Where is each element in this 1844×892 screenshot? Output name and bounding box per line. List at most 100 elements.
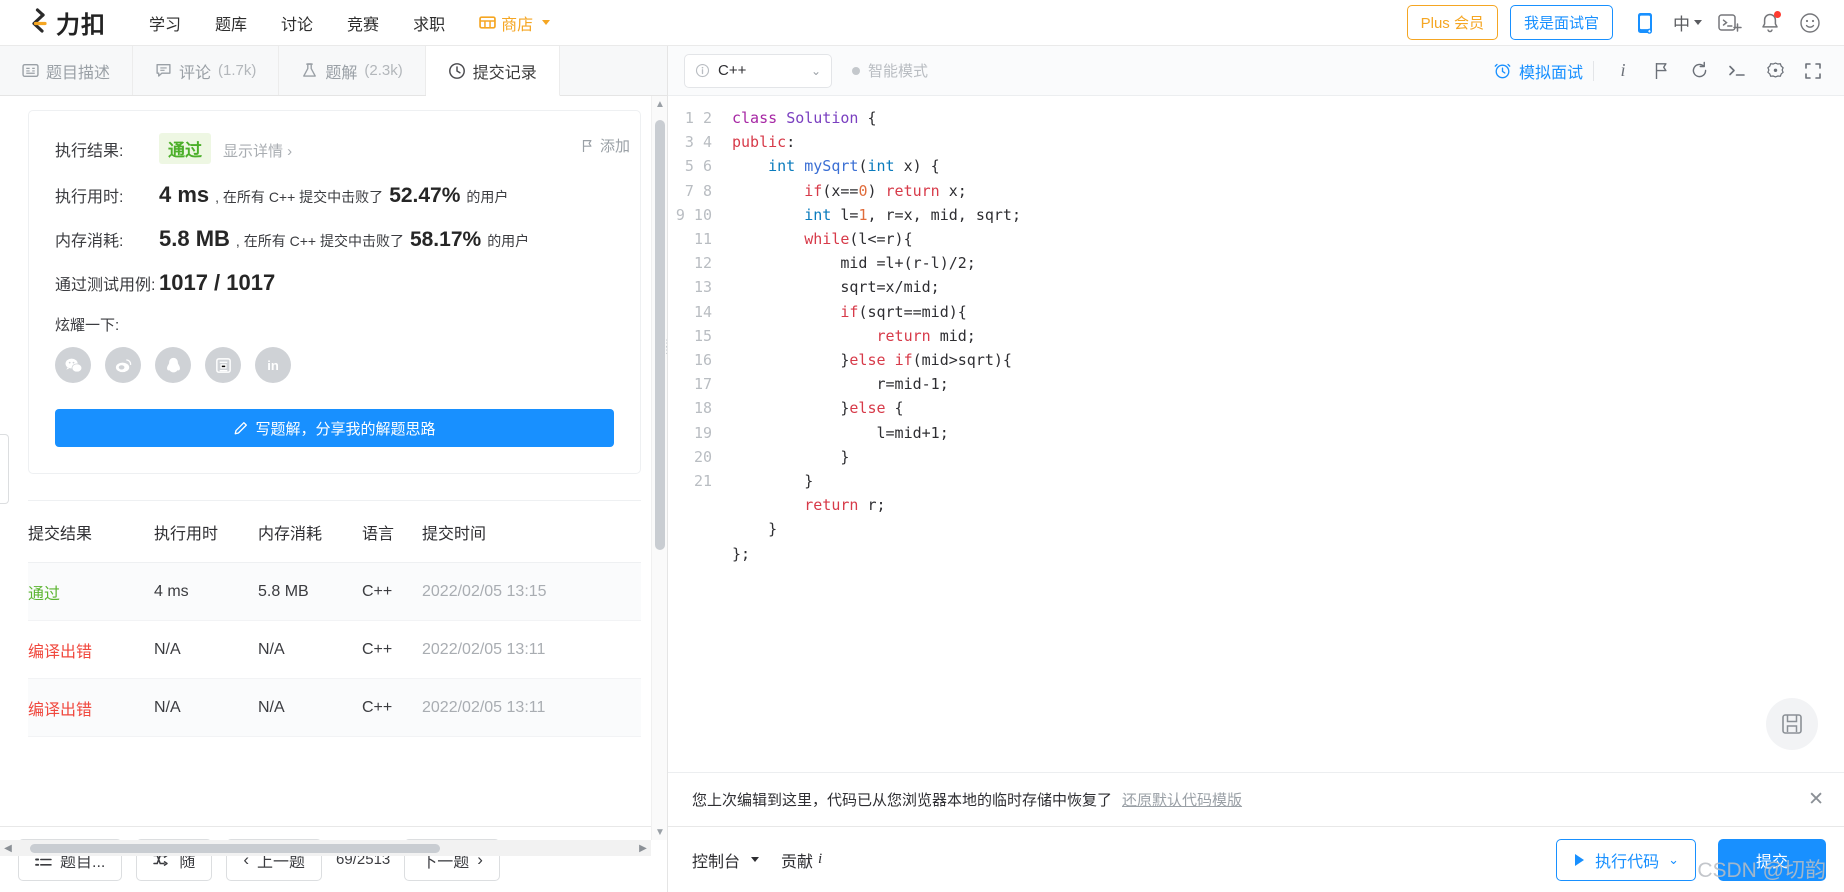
runtime-text-a: , 在所有 C++ 提交中击败了 <box>215 189 384 205</box>
memory-label: 内存消耗: <box>55 233 124 250</box>
tab-description[interactable]: 题目描述 <box>0 46 134 95</box>
run-code-label: 执行代码 <box>1595 853 1660 871</box>
show-detail-link[interactable]: 显示详情 › <box>223 140 292 161</box>
editor-action-bar: 控制台 贡献 i 执行代码 ⌄ 提交 <box>668 826 1844 892</box>
console-toggle[interactable]: 控制台 <box>692 848 760 872</box>
row-memory: 5.8 MB <box>258 582 309 600</box>
flag-icon[interactable] <box>1642 52 1680 90</box>
plus-member-button[interactable]: Plus 会员 <box>1406 5 1498 40</box>
tab-comments-label: 评论 <box>179 64 212 82</box>
save-code-button[interactable] <box>1766 698 1818 750</box>
table-row[interactable]: 通过 4 ms 5.8 MB C++ 2022/02/05 13:15 <box>28 563 641 621</box>
run-code-button[interactable]: 执行代码 ⌄ <box>1556 838 1696 881</box>
play-icon <box>1573 853 1586 867</box>
table-row[interactable]: 编译出错 N/A N/A C++ 2022/02/05 13:11 <box>28 679 641 737</box>
runtime-text-b: 的用户 <box>466 189 509 205</box>
scroll-thumb[interactable] <box>655 120 665 550</box>
avatar-icon[interactable] <box>1790 3 1830 43</box>
scroll-left-arrow[interactable]: ◀ <box>0 843 16 854</box>
close-icon[interactable]: ✕ <box>1808 788 1824 811</box>
row-runtime: N/A <box>154 698 181 716</box>
notification-icon[interactable] <box>1750 3 1790 43</box>
smart-mode-toggle[interactable]: 智能模式 <box>852 60 928 81</box>
tab-solutions[interactable]: 题解 (2.3k) <box>279 46 426 95</box>
row-result[interactable]: 编译出错 <box>28 638 154 662</box>
flask-icon <box>301 62 318 79</box>
testcases-label: 通过测试用例: <box>55 277 156 294</box>
qq-icon[interactable] <box>155 347 191 383</box>
restore-default-template-link[interactable]: 还原默认代码模版 <box>1122 789 1242 810</box>
scroll-down-arrow[interactable]: ▼ <box>652 824 668 840</box>
write-solution-label: 写题解，分享我的解题思路 <box>255 420 436 438</box>
result-card: 添加 执行结果: 通过 显示详情 › 执行用时: 4 ms , 在所有 C++ … <box>28 110 641 474</box>
memory-text-a: , 在所有 C++ 提交中击败了 <box>235 233 404 249</box>
brand-logo[interactable]: 力扣 <box>22 5 106 40</box>
toolbar-divider <box>1593 60 1594 81</box>
fullscreen-icon[interactable] <box>1794 52 1832 90</box>
nav-jobs[interactable]: 求职 <box>396 11 462 35</box>
row-result[interactable]: 编译出错 <box>28 696 154 720</box>
douban-icon[interactable] <box>205 347 241 383</box>
nav-problems[interactable]: 题库 <box>198 11 264 35</box>
nav-shop[interactable]: 商店 <box>462 11 567 35</box>
scroll-right-arrow[interactable]: ▶ <box>635 843 651 854</box>
runtime-value: 4 ms <box>159 182 210 207</box>
runtime-percentile: 52.47% <box>389 184 461 207</box>
contribute-button[interactable]: 贡献 i <box>781 848 822 872</box>
wechat-icon[interactable] <box>55 347 91 383</box>
nav-discuss[interactable]: 讨论 <box>264 11 330 35</box>
chevron-down-icon <box>542 20 551 25</box>
tab-comments[interactable]: 评论 (1.7k) <box>133 46 280 95</box>
left-horizontal-scrollbar[interactable]: ◀ ▶ <box>0 840 651 856</box>
console-icon[interactable] <box>1718 52 1756 90</box>
table-row[interactable]: 编译出错 N/A N/A C++ 2022/02/05 13:11 <box>28 621 641 679</box>
chevron-down-icon <box>1694 20 1702 25</box>
nav-study[interactable]: 学习 <box>132 11 198 35</box>
linkedin-icon[interactable]: in <box>255 347 291 383</box>
interviewer-button[interactable]: 我是面试官 <box>1509 5 1613 40</box>
tab-description-label: 题目描述 <box>46 64 111 82</box>
panel-collapse-handle[interactable] <box>0 434 9 504</box>
language-selector[interactable]: C++ ⌄ <box>684 53 832 88</box>
comment-icon <box>155 62 172 79</box>
playground-icon[interactable] <box>1710 3 1750 43</box>
code-editor[interactable]: 1 2 3 4 5 6 7 8 9 10 11 12 13 14 15 16 1… <box>668 96 1844 772</box>
row-runtime: 4 ms <box>154 582 189 600</box>
submit-button[interactable]: 提交 <box>1718 838 1826 881</box>
left-panel: 题目描述 评论 (1.7k) 题解 (2.3k) 提交记录 添加 执行结果: 通… <box>0 46 668 892</box>
editor-toolbar: C++ ⌄ 智能模式 模拟面试 i <box>668 46 1844 96</box>
reset-icon[interactable] <box>1680 52 1718 90</box>
submissions-table: 提交结果 执行用时 内存消耗 语言 提交时间 通过 4 ms 5.8 MB C+… <box>28 500 641 737</box>
status-dot-icon <box>852 66 860 75</box>
shop-icon <box>479 14 496 31</box>
settings-icon[interactable] <box>1756 52 1794 90</box>
row-time: 2022/02/05 13:11 <box>422 640 546 658</box>
line-numbers: 1 2 3 4 5 6 7 8 9 10 11 12 13 14 15 16 1… <box>675 109 712 491</box>
tab-submissions-label: 提交记录 <box>472 64 537 82</box>
language-switch[interactable]: 中 <box>1665 10 1710 35</box>
chevron-down-icon: ⌄ <box>810 63 821 78</box>
language-selector-value: C++ <box>718 62 747 79</box>
right-panel: C++ ⌄ 智能模式 模拟面试 i 1 2 3 4 5 6 7 8 9 10 1… <box>668 46 1844 892</box>
scroll-up-arrow[interactable]: ▲ <box>652 96 668 112</box>
memory-percentile: 58.17% <box>409 228 482 251</box>
column-language: 语言 <box>362 525 395 543</box>
code-content[interactable]: class Solution { public: int mySqrt(int … <box>724 96 1844 772</box>
row-time: 2022/02/05 13:15 <box>422 582 547 600</box>
add-note-button[interactable]: 添加 <box>581 135 630 156</box>
write-solution-button[interactable]: 写题解，分享我的解题思路 <box>55 409 614 447</box>
tab-submissions[interactable]: 提交记录 <box>425 46 560 96</box>
info-icon[interactable]: i <box>1604 52 1642 90</box>
scroll-thumb-horizontal[interactable] <box>30 843 440 853</box>
weibo-icon[interactable] <box>105 347 141 383</box>
nav-contest[interactable]: 竞赛 <box>330 11 396 35</box>
mobile-icon[interactable] <box>1625 3 1665 43</box>
tab-solutions-count: (2.3k) <box>364 62 403 79</box>
row-result[interactable]: 通过 <box>28 580 154 604</box>
column-memory: 内存消耗 <box>258 525 323 543</box>
left-vertical-scrollbar[interactable]: ▲ ▼ <box>651 96 667 840</box>
share-icon-list: in <box>55 347 614 383</box>
language-label: 中 <box>1673 15 1690 34</box>
mock-interview-button[interactable]: 模拟面试 <box>1493 59 1583 83</box>
row-runtime: N/A <box>154 640 181 658</box>
